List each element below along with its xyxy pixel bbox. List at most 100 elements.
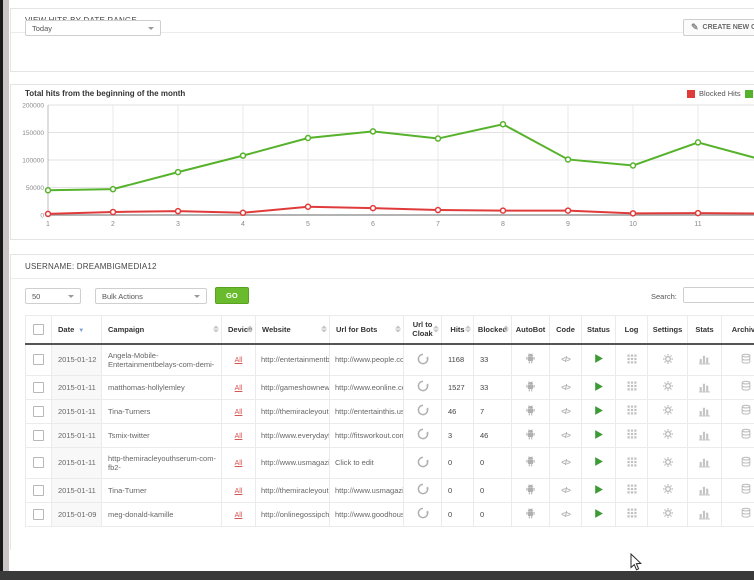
bar-chart-icon[interactable] <box>698 386 711 395</box>
sort-icon[interactable] <box>247 326 253 333</box>
play-icon[interactable] <box>593 385 604 394</box>
bar-chart-icon[interactable] <box>698 489 711 498</box>
grid-icon[interactable] <box>626 461 638 470</box>
bar-chart-icon[interactable] <box>698 358 711 367</box>
database-icon[interactable] <box>740 488 752 497</box>
refresh-icon[interactable] <box>417 461 429 470</box>
android-icon[interactable] <box>524 358 537 367</box>
android-icon[interactable] <box>524 513 537 522</box>
sort-icon[interactable] <box>503 326 509 333</box>
website-cell[interactable]: http://www.everydayfitnes... <box>256 423 330 447</box>
code-icon[interactable]: </> <box>561 486 570 495</box>
website-cell[interactable]: http://www.usmagazine.c... <box>256 447 330 478</box>
row-checkbox[interactable] <box>33 457 44 468</box>
sort-icon[interactable] <box>213 326 219 333</box>
website-cell[interactable]: http://themiracleyouthser... <box>256 399 330 423</box>
column-header-campaign[interactable]: Campaign <box>102 316 222 344</box>
code-icon[interactable]: </> <box>561 431 570 440</box>
android-icon[interactable] <box>524 489 537 498</box>
grid-icon[interactable] <box>626 512 638 521</box>
refresh-icon[interactable] <box>417 433 429 442</box>
column-header-website[interactable]: Website <box>256 316 330 344</box>
row-checkbox[interactable] <box>33 354 44 365</box>
device-link[interactable]: All <box>235 460 243 467</box>
bar-chart-icon[interactable] <box>698 410 711 419</box>
device-link[interactable]: All <box>235 512 243 519</box>
device-link[interactable]: All <box>235 385 243 392</box>
gear-icon[interactable] <box>662 488 674 497</box>
code-icon[interactable]: </> <box>561 510 570 519</box>
device-link[interactable]: All <box>235 357 243 364</box>
code-icon[interactable]: </> <box>561 458 570 467</box>
scrollbar-track[interactable] <box>3 0 9 571</box>
gear-icon[interactable] <box>662 358 674 367</box>
grid-icon[interactable] <box>626 488 638 497</box>
grid-icon[interactable] <box>626 358 638 367</box>
row-checkbox[interactable] <box>33 406 44 417</box>
gear-icon[interactable] <box>662 512 674 521</box>
column-header-url_to_cloak[interactable]: Url to Cloak <box>404 316 442 344</box>
select-all-checkbox[interactable] <box>33 324 44 335</box>
device-link[interactable]: All <box>235 433 243 440</box>
website-cell[interactable]: http://gameshownews.net <box>256 375 330 399</box>
column-header-url_for_bots[interactable]: Url for Bots <box>330 316 404 344</box>
search-input[interactable] <box>683 287 754 303</box>
gear-icon[interactable] <box>662 433 674 442</box>
device-link[interactable]: All <box>235 488 243 495</box>
refresh-icon[interactable] <box>417 512 429 521</box>
gear-icon[interactable] <box>662 409 674 418</box>
refresh-icon[interactable] <box>417 385 429 394</box>
column-header-date[interactable]: Date▼ <box>52 316 102 344</box>
bulk-actions-select[interactable]: Bulk Actions <box>95 288 207 304</box>
play-icon[interactable] <box>593 357 604 366</box>
column-header-device[interactable]: Device <box>222 316 256 344</box>
play-icon[interactable] <box>593 433 604 442</box>
url-for-bots-cell[interactable]: http://fitsworkout.com/ <box>330 423 404 447</box>
database-icon[interactable] <box>740 512 752 521</box>
play-icon[interactable] <box>593 409 604 418</box>
play-icon[interactable] <box>593 460 604 469</box>
database-icon[interactable] <box>740 358 752 367</box>
grid-icon[interactable] <box>626 409 638 418</box>
row-checkbox[interactable] <box>33 382 44 393</box>
gear-icon[interactable] <box>662 461 674 470</box>
url-for-bots-cell[interactable]: http://entertainthis.usatod... <box>330 399 404 423</box>
database-icon[interactable] <box>740 409 752 418</box>
website-cell[interactable]: http://onlinegossipchann... <box>256 502 330 526</box>
database-icon[interactable] <box>740 433 752 442</box>
row-checkbox[interactable] <box>33 430 44 441</box>
grid-icon[interactable] <box>626 433 638 442</box>
row-checkbox[interactable] <box>33 509 44 520</box>
url-for-bots-cell[interactable]: http://www.usmagazine.c... <box>330 478 404 502</box>
database-icon[interactable] <box>740 461 752 470</box>
refresh-icon[interactable] <box>417 358 429 367</box>
website-cell[interactable]: http://entertainmentbelays... <box>256 344 330 376</box>
row-checkbox[interactable] <box>33 485 44 496</box>
create-new-campaign-button[interactable]: ✎ CREATE NEW CAMPAIGN <box>683 19 754 36</box>
url-for-bots-cell[interactable]: Click to edit <box>330 447 404 478</box>
website-cell[interactable]: http://themiracleyouthser... <box>256 478 330 502</box>
go-button[interactable]: GO <box>215 287 249 304</box>
play-icon[interactable] <box>593 512 604 521</box>
sort-icon[interactable] <box>465 326 471 333</box>
date-range-select[interactable]: Today <box>25 20 161 36</box>
bar-chart-icon[interactable] <box>698 513 711 522</box>
page-size-select[interactable]: 50 <box>25 288 81 304</box>
android-icon[interactable] <box>524 410 537 419</box>
device-link[interactable]: All <box>235 409 243 416</box>
android-icon[interactable] <box>524 434 537 443</box>
code-icon[interactable]: </> <box>561 355 570 364</box>
column-header-hits[interactable]: Hits <box>442 316 474 344</box>
url-for-bots-cell[interactable]: http://www.eonline.com/n... <box>330 375 404 399</box>
android-icon[interactable] <box>524 461 537 470</box>
bar-chart-icon[interactable] <box>698 434 711 443</box>
grid-icon[interactable] <box>626 385 638 394</box>
url-for-bots-cell[interactable]: http://www.goodhouseke... <box>330 502 404 526</box>
refresh-icon[interactable] <box>417 488 429 497</box>
gear-icon[interactable] <box>662 385 674 394</box>
play-icon[interactable] <box>593 488 604 497</box>
refresh-icon[interactable] <box>417 409 429 418</box>
column-header-blocked[interactable]: Blocked <box>474 316 512 344</box>
sort-icon[interactable] <box>433 326 439 333</box>
sort-icon[interactable] <box>321 326 327 333</box>
